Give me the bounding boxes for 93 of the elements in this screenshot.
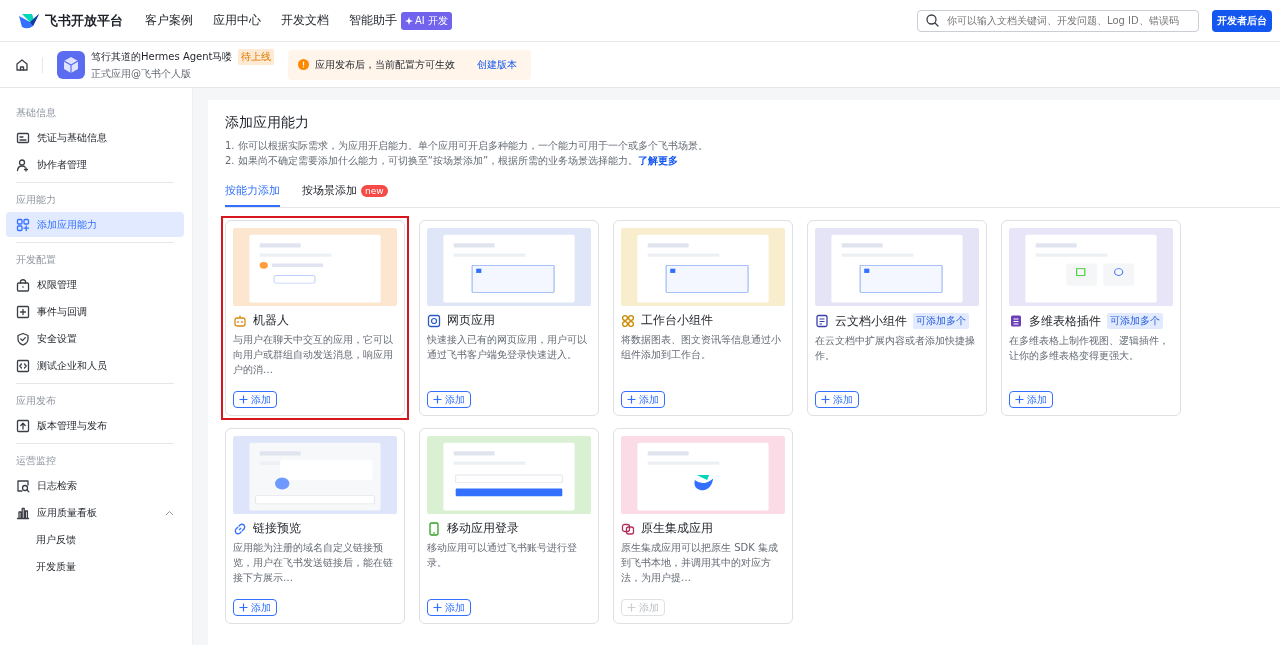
sparkle-icon: [405, 16, 413, 25]
search-field[interactable]: 你可以输入文档关键词、开发问题、Log ID、错误码: [917, 9, 1199, 32]
nav-link[interactable]: 客户案例: [145, 12, 193, 29]
widget-icon: [621, 313, 635, 328]
card-description: 应用能为注册的域名自定义链接预览，用户在飞书发送链接后，能在链接下方展示…: [233, 541, 394, 585]
plus-icon: [239, 395, 248, 404]
sidebar-item[interactable]: 开发质量: [6, 554, 184, 579]
section-heading: 开发配置: [15, 253, 57, 267]
add-button[interactable]: 添加: [233, 391, 277, 408]
developer-console-button[interactable]: 开发者后台: [1212, 9, 1272, 32]
plus-icon: [1015, 395, 1024, 404]
card-title: 工作台小组件: [641, 313, 713, 328]
bar-chart-icon: [16, 505, 30, 520]
plus-icon: [239, 603, 248, 612]
shield-check-icon: [16, 331, 30, 346]
nav-link[interactable]: 应用中心: [213, 12, 261, 29]
plus-icon: [627, 603, 636, 612]
apps-icon: [16, 217, 30, 232]
card-description: 原生集成应用可以把原生 SDK 集成到飞书本地，并调用其中的对应方法，为用户提…: [621, 541, 779, 585]
card-description: 移动应用可以通过飞书账号进行登录。: [427, 541, 578, 570]
notice-text: 应用发布后，当前配置方可生效: [314, 57, 455, 72]
plus-icon: [433, 603, 442, 612]
tag: 可添加多个: [913, 313, 969, 329]
add-button[interactable]: 添加: [427, 599, 471, 616]
sidebar-item[interactable]: 协作者管理: [6, 152, 184, 177]
add-button[interactable]: 添加: [427, 391, 471, 408]
warning-icon: [297, 59, 309, 70]
card-title: 网页应用: [447, 313, 495, 328]
tab[interactable]: 按能力添加: [225, 178, 280, 207]
card-description: 快速接入已有的网页应用，用户可以通过飞书客户端免登录快速进入。: [427, 333, 588, 362]
plus-icon: [433, 395, 442, 404]
sidebar-item[interactable]: 版本管理与发布: [6, 413, 184, 438]
sidebar-item[interactable]: 测试企业和人员: [6, 353, 184, 378]
sidebar-item[interactable]: 应用质量看板: [6, 500, 184, 525]
status-badge: 待上线: [237, 48, 274, 65]
nav-link[interactable]: 开发文档: [281, 12, 329, 29]
sidebar-item[interactable]: 用户反馈: [6, 527, 184, 552]
app-name: 笃行其道的Hermes Agent马喽: [91, 49, 233, 64]
add-button[interactable]: 添加: [233, 599, 277, 616]
sidebar-item[interactable]: 添加应用能力: [6, 212, 184, 237]
plus-icon: [821, 395, 830, 404]
sidebar-item[interactable]: 事件与回调: [6, 299, 184, 324]
sidebar-item[interactable]: 安全设置: [6, 326, 184, 351]
app-subtitle: 正式应用@飞书个人版: [91, 66, 192, 81]
card-title: 原生集成应用: [641, 521, 713, 536]
upload-icon: [16, 418, 30, 433]
card-title: 移动应用登录: [447, 521, 519, 536]
id-card-icon: [16, 130, 30, 145]
sidebar-item[interactable]: 日志检索: [6, 473, 184, 498]
add-button[interactable]: 添加: [815, 391, 859, 408]
card-title: 云文档小组件: [835, 313, 907, 329]
document-icon: [815, 314, 829, 328]
section-heading: 运营监控: [15, 454, 57, 468]
instruction-text: 1. 你可以根据实际需求，为应用开启能力。单个应用可开启多种能力，一个能力可用于一个或多个飞书场景。: [225, 140, 708, 151]
search-icon: [926, 14, 939, 27]
card-title: 链接预览: [253, 521, 301, 536]
home-icon: [15, 57, 29, 72]
web-icon: [427, 313, 441, 328]
card-title: 机器人: [253, 313, 289, 328]
section-heading: 应用发布: [15, 394, 57, 408]
sidebar-item[interactable]: 权限管理: [6, 272, 184, 297]
create-version-link[interactable]: 创建版本: [476, 57, 517, 72]
add-button[interactable]: 添加: [1009, 391, 1053, 408]
card-title: 多维表格插件: [1029, 313, 1101, 329]
page-title: 添加应用能力: [225, 114, 310, 132]
plus-icon: [627, 395, 636, 404]
section-heading: 基础信息: [15, 106, 57, 120]
robot-icon: [233, 313, 247, 328]
sidebar-item[interactable]: 凭证与基础信息: [6, 125, 184, 150]
tag: 可添加多个: [1107, 313, 1163, 329]
logo-icon: [18, 11, 40, 30]
app-avatar-icon: [57, 50, 85, 79]
document-search-icon: [16, 478, 30, 493]
add-button[interactable]: 添加: [621, 391, 665, 408]
card-description: 与用户在聊天中交互的应用，它可以向用户或群组自动发送消息，响应用户的消…: [233, 333, 394, 377]
code-icon: [16, 358, 30, 373]
plus-box-icon: [16, 304, 30, 319]
platform-logo-text[interactable]: 飞书开放平台: [45, 11, 123, 30]
phone-icon: [427, 521, 441, 536]
card-description: 在云文档中扩展内容或者添加快捷操作。: [815, 334, 976, 363]
add-user-icon: [16, 157, 30, 172]
table-icon: [1009, 314, 1023, 328]
card-description: 将数据图表、图文资讯等信息通过小组件添加到工作台。: [621, 333, 782, 362]
tab[interactable]: 按场景添加 new: [302, 178, 388, 207]
section-heading: 应用能力: [15, 193, 57, 207]
ai-badge: AI 开发: [401, 11, 452, 30]
nav-link[interactable]: 智能助手: [349, 12, 397, 29]
lock-icon: [16, 277, 30, 292]
learn-more-link[interactable]: 了解更多: [638, 155, 679, 166]
card-description: 在多维表格上制作视图、逻辑插件，让你的多维表格变得更强大。: [1009, 334, 1170, 363]
link-icon: [233, 521, 247, 536]
instruction-text: 2. 如果尚不确定需要添加什么能力，可切换至“按场景添加”，根据所需的业务场景选择能力。: [225, 155, 639, 166]
linked-squares-icon: [621, 521, 635, 536]
